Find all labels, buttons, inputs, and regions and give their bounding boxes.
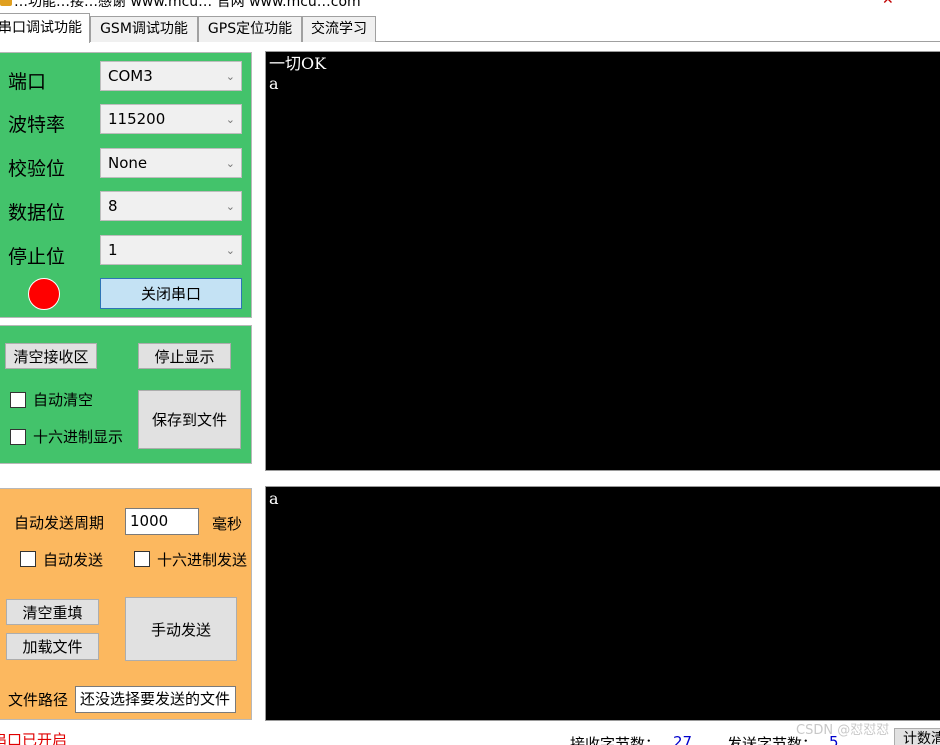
clear-refill-button[interactable]: 清空重填 (6, 599, 99, 625)
watermark: CSDN @怼怼怼 (796, 723, 890, 738)
auto-send-label: 自动发送 (43, 551, 104, 569)
send-controls-panel: 自动发送周期 1000 毫秒 自动发送 十六进制发送 清空重填 加载文件 手动发… (0, 488, 252, 720)
serial-config-panel: 端口 COM3 ⌄ 波特率 115200 ⌄ 校验位 None ⌄ 数据位 8 ⌄ 停止… (0, 52, 252, 318)
parity-select[interactable]: None ⌄ (100, 148, 242, 178)
auto-clear-checkbox[interactable] (10, 392, 26, 408)
stopbits-value: 1 (108, 241, 118, 259)
period-input[interactable]: 1000 (125, 508, 199, 535)
chevron-down-icon: ⌄ (225, 70, 235, 83)
tab-strip: 串口调试功能 GSM调试功能 GPS定位功能 交流学习 (0, 10, 940, 43)
period-label: 自动发送周期 (14, 514, 105, 532)
receive-text-area[interactable]: 一切OK a (265, 51, 940, 471)
manual-send-button[interactable]: 手动发送 (125, 597, 237, 661)
window-title: …功能…接…感谢 www.mcu… 官网 www.mcu…com (14, 0, 361, 10)
chevron-down-icon: ⌄ (225, 157, 235, 170)
stop-display-button[interactable]: 停止显示 (138, 343, 231, 369)
hex-send-checkbox[interactable] (134, 551, 150, 567)
tab-community[interactable]: 交流学习 (302, 16, 376, 42)
auto-send-checkbox[interactable] (20, 551, 36, 567)
period-unit: 毫秒 (212, 515, 243, 533)
parity-label: 校验位 (8, 158, 66, 180)
title-bar: …功能…接…感谢 www.mcu… 官网 www.mcu…com ✕ (0, 0, 940, 10)
chevron-down-icon: ⌄ (225, 113, 235, 126)
hex-display-checkbox[interactable] (10, 429, 26, 445)
close-icon[interactable]: ✕ (882, 0, 894, 8)
tab-gsm-debug[interactable]: GSM调试功能 (90, 16, 198, 42)
reset-count-button[interactable]: 计数清 (894, 728, 940, 745)
baud-value: 115200 (108, 110, 166, 128)
save-to-file-button[interactable]: 保存到文件 (138, 390, 241, 449)
load-file-button[interactable]: 加载文件 (6, 633, 99, 660)
baud-label: 波特率 (8, 114, 66, 136)
port-value: COM3 (108, 67, 153, 85)
chevron-down-icon: ⌄ (225, 200, 235, 213)
port-label: 端口 (8, 71, 47, 93)
stopbits-label: 停止位 (8, 246, 66, 268)
file-path-label: 文件路径 (8, 691, 69, 709)
hex-display-label: 十六进制显示 (33, 428, 124, 446)
close-port-button[interactable]: 关闭串口 (100, 278, 242, 309)
port-select[interactable]: COM3 ⌄ (100, 61, 242, 91)
databits-select[interactable]: 8 ⌄ (100, 191, 242, 221)
chevron-down-icon: ⌄ (225, 244, 235, 257)
baud-select[interactable]: 115200 ⌄ (100, 104, 242, 134)
receive-controls-panel: 清空接收区 停止显示 自动清空 十六进制显示 保存到文件 (0, 325, 252, 464)
tab-serial-debug[interactable]: 串口调试功能 (0, 13, 90, 43)
port-status-text: 串口已开启 (0, 731, 68, 745)
port-status-led (28, 278, 60, 310)
app-icon (0, 0, 12, 6)
auto-clear-label: 自动清空 (33, 391, 94, 409)
send-text-area[interactable]: a (265, 486, 940, 721)
databits-value: 8 (108, 197, 118, 215)
clear-receive-button[interactable]: 清空接收区 (5, 343, 97, 369)
rx-count-value: 27 (673, 733, 693, 745)
tab-gps-location[interactable]: GPS定位功能 (198, 16, 302, 42)
rx-count-label: 接收字节数： (570, 735, 661, 745)
parity-value: None (108, 154, 148, 172)
stopbits-select[interactable]: 1 ⌄ (100, 235, 242, 265)
file-path-field[interactable]: 还没选择要发送的文件 (75, 686, 236, 713)
databits-label: 数据位 (8, 202, 66, 224)
hex-send-label: 十六进制发送 (157, 551, 248, 569)
